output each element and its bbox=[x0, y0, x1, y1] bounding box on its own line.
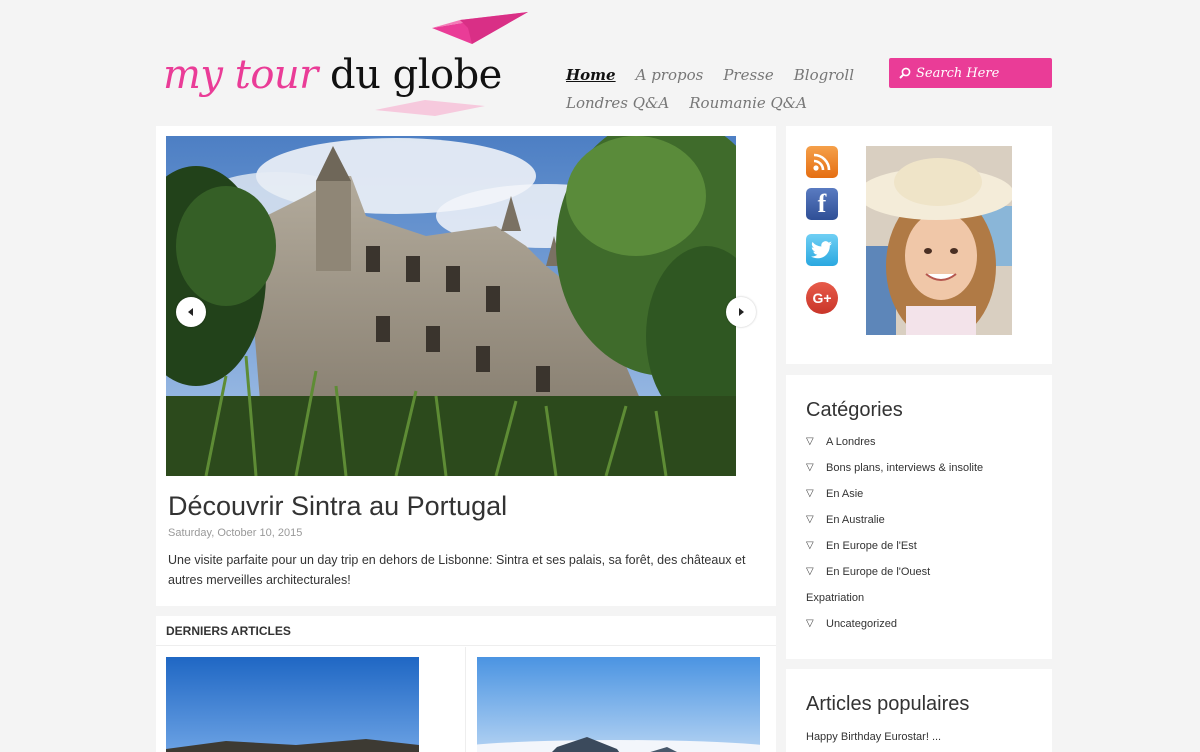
nav-item-roumanie-qa[interactable]: Roumanie Q&A bbox=[689, 94, 807, 112]
nav-item-a-propos[interactable]: A propos bbox=[636, 66, 704, 84]
recent-article-1[interactable] bbox=[156, 647, 466, 752]
nav-item-home[interactable]: Home bbox=[566, 66, 616, 84]
triangle-down-icon: ▽ bbox=[806, 540, 814, 551]
popular-article-item[interactable]: Happy Birthday Eurostar! ... bbox=[806, 731, 941, 743]
recent-article-2-thumbnail[interactable] bbox=[477, 657, 760, 752]
recent-article-2[interactable] bbox=[467, 647, 776, 752]
category-item-en-asie[interactable]: ▽ En Asie bbox=[806, 488, 983, 514]
nav-item-londres-qa[interactable]: Londres Q&A bbox=[566, 94, 669, 112]
facebook-icon[interactable]: f bbox=[806, 188, 838, 220]
recent-articles: DERNIERS ARTICLES bbox=[156, 616, 776, 752]
search-input[interactable] bbox=[916, 65, 1046, 81]
category-label[interactable]: En Australie bbox=[826, 514, 885, 526]
google-plus-icon[interactable]: G+ bbox=[806, 282, 838, 314]
twitter-icon[interactable] bbox=[806, 234, 838, 266]
post-date: Saturday, October 10, 2015 bbox=[168, 527, 303, 539]
triangle-down-icon: ▽ bbox=[806, 462, 814, 473]
rss-icon[interactable] bbox=[806, 146, 838, 178]
category-item-expatriation[interactable]: Expatriation bbox=[806, 592, 983, 618]
chevron-right-icon bbox=[739, 308, 744, 316]
castle-photo bbox=[166, 136, 736, 476]
triangle-down-icon: ▽ bbox=[806, 566, 814, 577]
author-photo bbox=[866, 146, 1012, 335]
slider-prev-button[interactable] bbox=[176, 297, 206, 327]
triangle-down-icon: ▽ bbox=[806, 488, 814, 499]
logo-text: my tour du globe bbox=[163, 52, 502, 98]
category-item-en-australie[interactable]: ▽ En Australie bbox=[806, 514, 983, 540]
recent-articles-heading: DERNIERS ARTICLES bbox=[156, 616, 776, 646]
logo-text-black: du globe bbox=[330, 52, 502, 98]
category-label[interactable]: En Europe de l'Ouest bbox=[826, 566, 930, 578]
social-widget: f G+ bbox=[786, 126, 1052, 364]
category-item-bons-plans[interactable]: ▽ Bons plans, interviews & insolite bbox=[806, 462, 983, 488]
triangle-down-icon: ▽ bbox=[806, 618, 814, 629]
search-icon bbox=[899, 67, 911, 79]
category-list: ▽ A Londres ▽ Bons plans, interviews & ins… bbox=[806, 436, 983, 644]
facebook-label: f bbox=[817, 189, 827, 218]
logo-swoosh bbox=[375, 100, 485, 116]
categories-widget: Catégories ▽ A Londres ▽ Bons plans, inter… bbox=[786, 375, 1052, 659]
category-item-europe-ouest[interactable]: ▽ En Europe de l'Ouest bbox=[806, 566, 983, 592]
search-box[interactable] bbox=[889, 58, 1052, 88]
category-label[interactable]: Bons plans, interviews & insolite bbox=[826, 462, 983, 474]
nav-item-presse[interactable]: Presse bbox=[723, 66, 773, 84]
category-item-a-londres[interactable]: ▽ A Londres bbox=[806, 436, 983, 462]
google-plus-label: G+ bbox=[812, 290, 832, 306]
site-logo[interactable]: my tour du globe bbox=[160, 6, 540, 116]
category-label[interactable]: A Londres bbox=[826, 436, 876, 448]
category-label[interactable]: En Asie bbox=[826, 488, 863, 500]
featured-post: Découvrir Sintra au Portugal Saturday, O… bbox=[156, 126, 776, 606]
post-title[interactable]: Découvrir Sintra au Portugal bbox=[168, 491, 507, 522]
category-item-europe-est[interactable]: ▽ En Europe de l'Est bbox=[806, 540, 983, 566]
paper-plane-icon bbox=[432, 12, 528, 44]
category-label[interactable]: Uncategorized bbox=[826, 618, 897, 630]
post-excerpt: Une visite parfaite pour un day trip en … bbox=[168, 553, 746, 587]
chevron-left-icon bbox=[188, 308, 193, 316]
popular-articles-title: Articles populaires bbox=[806, 693, 970, 715]
category-label[interactable]: En Europe de l'Est bbox=[826, 540, 917, 552]
triangle-down-icon: ▽ bbox=[806, 514, 814, 525]
recent-article-1-thumbnail[interactable] bbox=[166, 657, 419, 752]
main-nav: Home A propos Presse Blogroll Londres Q&… bbox=[566, 66, 856, 122]
nav-item-blogroll[interactable]: Blogroll bbox=[794, 66, 854, 84]
category-item-uncategorized[interactable]: ▽ Uncategorized bbox=[806, 618, 983, 644]
categories-title: Catégories bbox=[806, 399, 903, 421]
featured-image[interactable] bbox=[166, 136, 736, 476]
category-label[interactable]: Expatriation bbox=[806, 592, 864, 604]
logo-text-pink: my tour bbox=[163, 52, 318, 98]
slider-next-button[interactable] bbox=[726, 297, 756, 327]
popular-articles-widget: Articles populaires Happy Birthday Euros… bbox=[786, 669, 1052, 752]
triangle-down-icon: ▽ bbox=[806, 436, 814, 447]
